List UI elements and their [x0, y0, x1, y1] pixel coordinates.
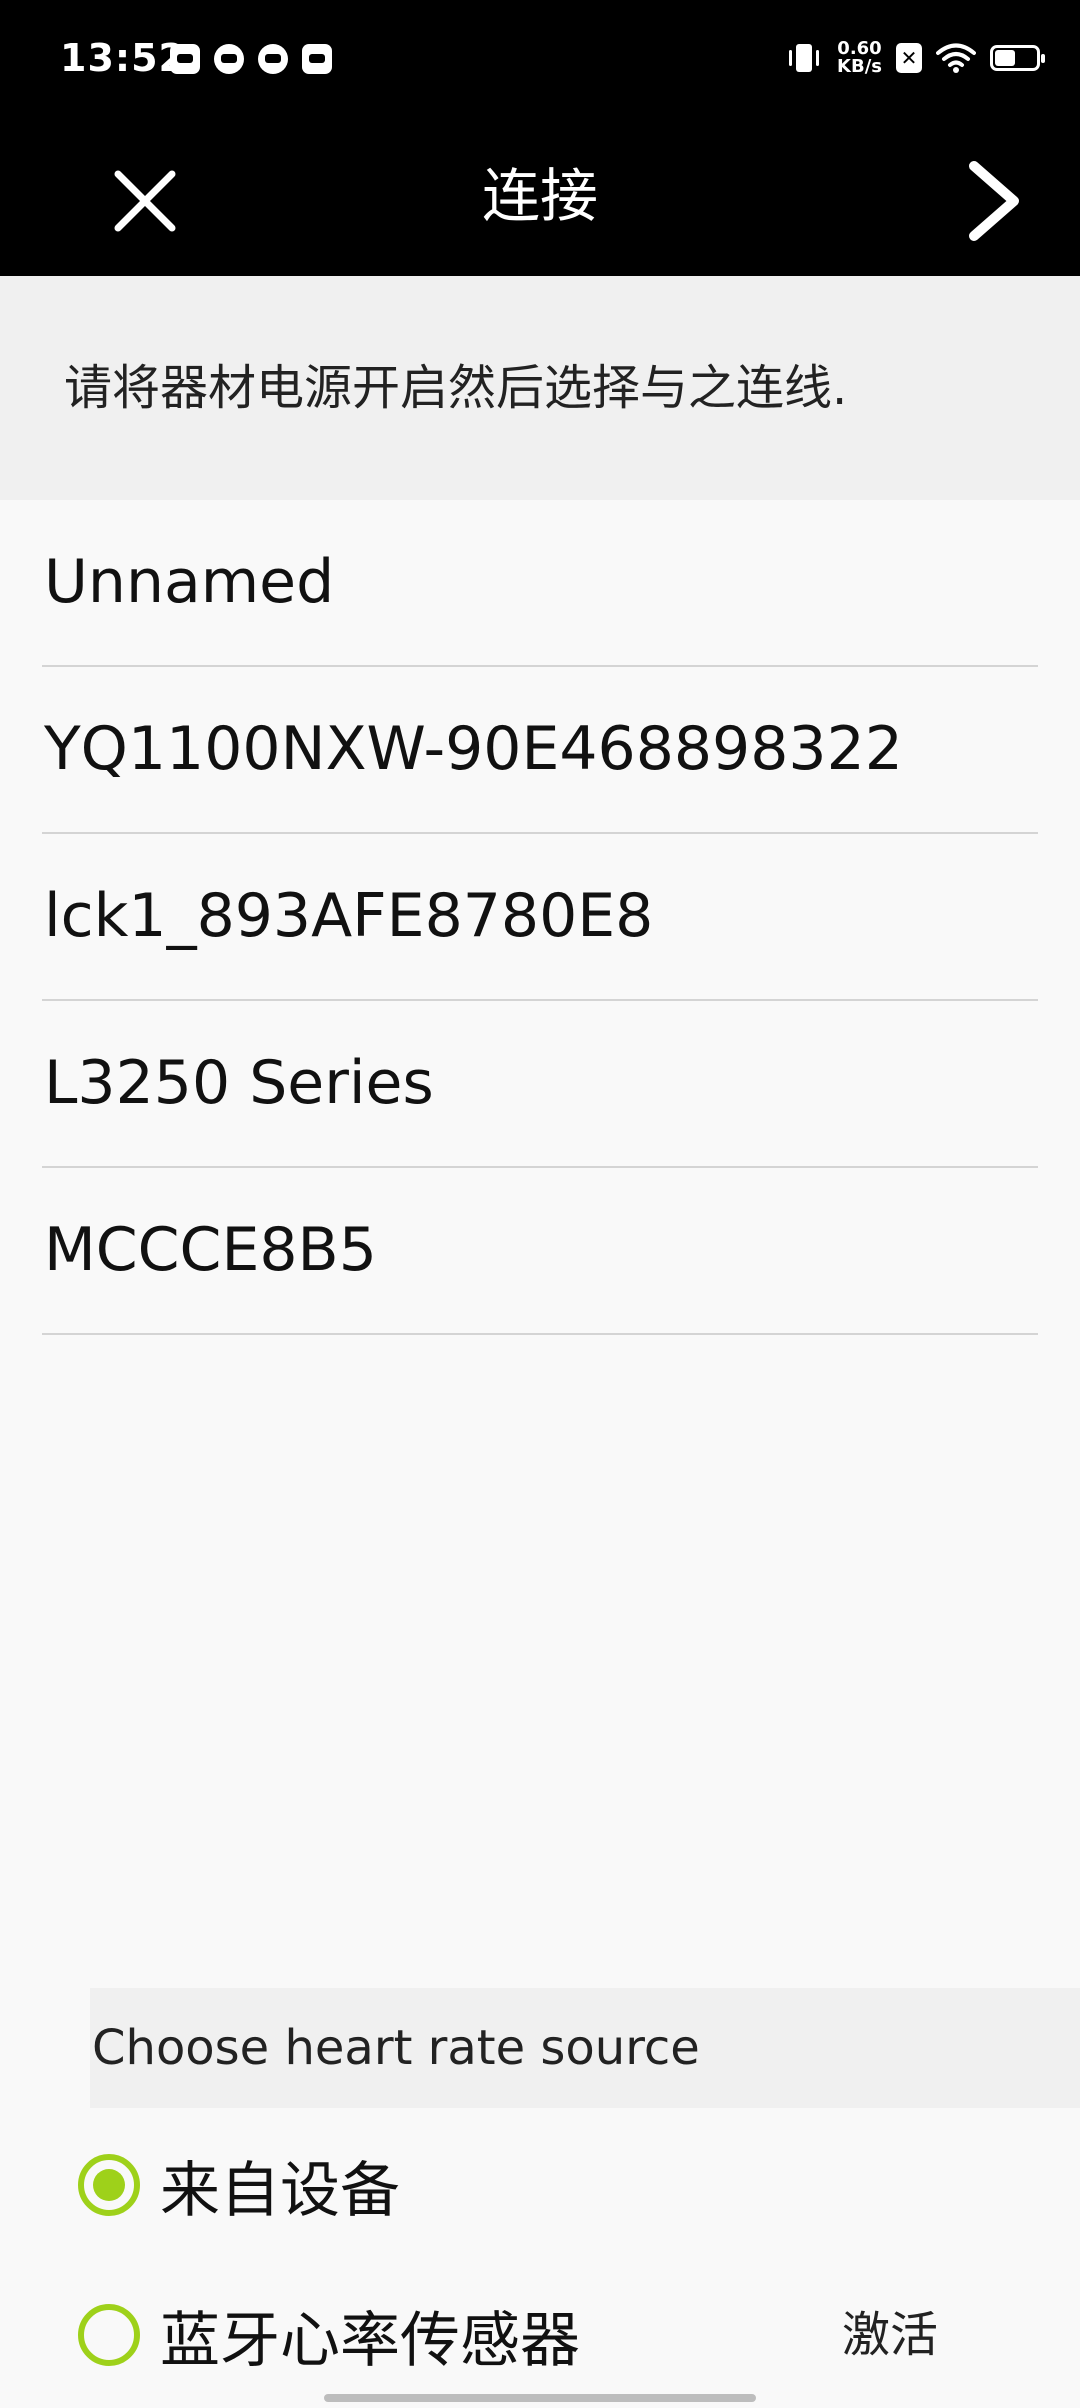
cat-app-icon [258, 44, 288, 74]
home-indicator[interactable] [324, 2394, 756, 2402]
network-speed: 0.60 KB/s [837, 40, 882, 76]
device-item-lck1[interactable]: lck1_893AFE8780E8 [42, 834, 1038, 1001]
device-item-yq1100nxw[interactable]: YQ1100NXW-90E468898322 [42, 667, 1038, 834]
page-title: 连接 [481, 162, 598, 230]
notification-icons [170, 44, 332, 74]
heart-rate-source-header: Choose heart rate source [90, 1988, 1080, 2108]
device-list: Unnamed YQ1100NXW-90E468898322 lck1_893A… [42, 500, 1038, 1335]
leaf-app-icon [214, 44, 244, 74]
radio-checked-icon[interactable] [78, 2154, 140, 2216]
status-time: 13:52 [60, 36, 186, 80]
status-bar: 13:52 0.60 KB/s ✕ [0, 0, 1080, 126]
battery-icon [990, 45, 1045, 71]
network-speed-unit: KB/s [837, 56, 882, 77]
device-item-mccce8b5[interactable]: MCCCE8B5 [42, 1168, 1038, 1335]
activate-button[interactable]: 激活 [820, 2290, 960, 2380]
battery-fill [995, 50, 1015, 66]
no-sim-icon: ✕ [896, 43, 922, 73]
device-item-l3250-series[interactable]: L3250 Series [42, 1001, 1038, 1168]
chevron-right-icon[interactable] [960, 156, 1030, 246]
inbox-app-icon [302, 44, 332, 74]
device-item-unnamed[interactable]: Unnamed [42, 500, 1038, 667]
hr-option-label: 蓝牙心率传感器 [160, 2305, 580, 2376]
vibrate-icon [789, 44, 820, 72]
connect-screen: 13:52 0.60 KB/s ✕ 连接 请将器材电源开启然后选择与之连线. U… [0, 0, 1080, 2408]
status-indicators: 0.60 KB/s ✕ [785, 40, 1045, 76]
instruction-text: 请将器材电源开启然后选择与之连线. [0, 276, 1080, 500]
radio-unchecked-icon[interactable] [78, 2304, 140, 2366]
wifi-icon [936, 43, 976, 73]
hr-option-from-device[interactable]: 来自设备 [78, 2140, 400, 2230]
mail-app-icon [170, 44, 200, 74]
top-nav-bar: 连接 [0, 126, 1080, 276]
hr-option-bluetooth-sensor[interactable]: 蓝牙心率传感器 [78, 2290, 580, 2380]
hr-option-label: 来自设备 [160, 2155, 400, 2226]
